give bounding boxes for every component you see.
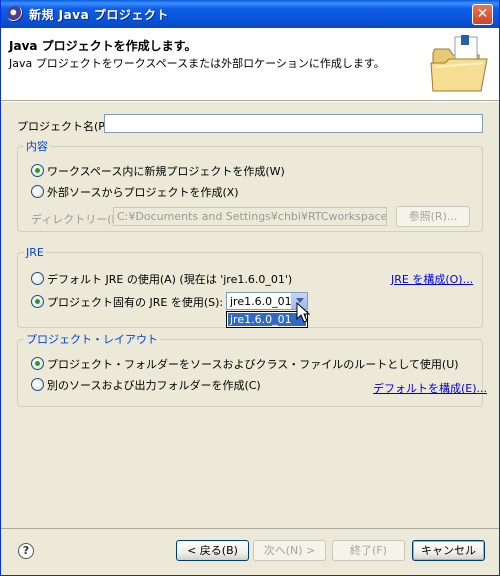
eclipse-app-icon <box>7 6 23 22</box>
window-title: 新規 Java プロジェクト <box>29 8 169 22</box>
external-source-radio[interactable] <box>31 185 44 198</box>
project-specific-jre-radio[interactable] <box>31 295 44 308</box>
project-folder-root-label[interactable]: プロジェクト・フォルダーをソースおよびクラス・ファイルのルートとして使用(U) <box>47 356 459 372</box>
wizard-title: Java プロジェクトを作成します。 <box>9 39 197 53</box>
header-separator <box>1 101 499 102</box>
next-button[interactable]: 次へ(N) > <box>253 540 326 561</box>
separate-folders-label[interactable]: 別のソースおよび出力フォルダーを作成(C) <box>47 377 261 393</box>
browse-button[interactable]: 参照(R)... <box>396 206 470 227</box>
workspace-option-label[interactable]: ワークスペース内に新規プロジェクトを作成(W) <box>47 163 285 179</box>
footer-separator <box>1 528 499 529</box>
jre-dropdown-option[interactable]: jre1.6.0_01 <box>228 313 306 326</box>
mouse-pointer-icon <box>296 302 310 323</box>
project-layout-legend: プロジェクト・レイアウト <box>26 333 158 346</box>
jre-legend: JRE <box>26 246 44 259</box>
wizard-header: Java プロジェクトを作成します。 Java プロジェクトをワークスペースまた… <box>1 28 499 101</box>
new-java-project-dialog: 新規 Java プロジェクト ✕ Java プロジェクトを作成します。 Java… <box>0 0 500 576</box>
external-option-label[interactable]: 外部ソースからプロジェクトを作成(X) <box>47 184 239 200</box>
contents-legend: 内容 <box>26 140 48 153</box>
title-bar[interactable]: 新規 Java プロジェクト ✕ <box>1 0 499 28</box>
close-button[interactable]: ✕ <box>472 4 493 25</box>
default-jre-label[interactable]: デフォルト JRE の使用(A) (現在は 'jre1.6.0_01') <box>47 271 292 287</box>
help-icon[interactable]: ? <box>18 543 34 559</box>
separate-folders-radio[interactable] <box>31 378 44 391</box>
wizard-description: Java プロジェクトをワークスペースまたは外部ロケーションに作成します。 <box>9 57 385 70</box>
directory-input[interactable]: C:¥Documents and Settings¥chbi¥RTCworksp… <box>113 207 387 226</box>
cancel-button[interactable]: キャンセル <box>412 540 485 561</box>
finish-button[interactable]: 終了(F) <box>332 540 405 561</box>
close-icon: ✕ <box>476 6 489 22</box>
new-java-project-folder-icon <box>430 35 488 92</box>
workspace-radio[interactable] <box>31 164 44 177</box>
project-name-label: プロジェクト名(P): <box>17 120 113 133</box>
back-button[interactable]: < 戻る(B) <box>176 540 249 561</box>
project-name-input[interactable] <box>104 114 483 133</box>
configure-jre-link[interactable]: JRE を構成(O)... <box>391 271 473 287</box>
default-jre-radio[interactable] <box>31 272 44 285</box>
project-specific-jre-label[interactable]: プロジェクト固有の JRE を使用(S): <box>47 294 223 310</box>
project-folder-root-radio[interactable] <box>31 357 44 370</box>
configure-default-link[interactable]: デフォルトを構成(E)... <box>373 380 487 396</box>
jre-selected-value: jre1.6.0_01 <box>230 295 292 308</box>
